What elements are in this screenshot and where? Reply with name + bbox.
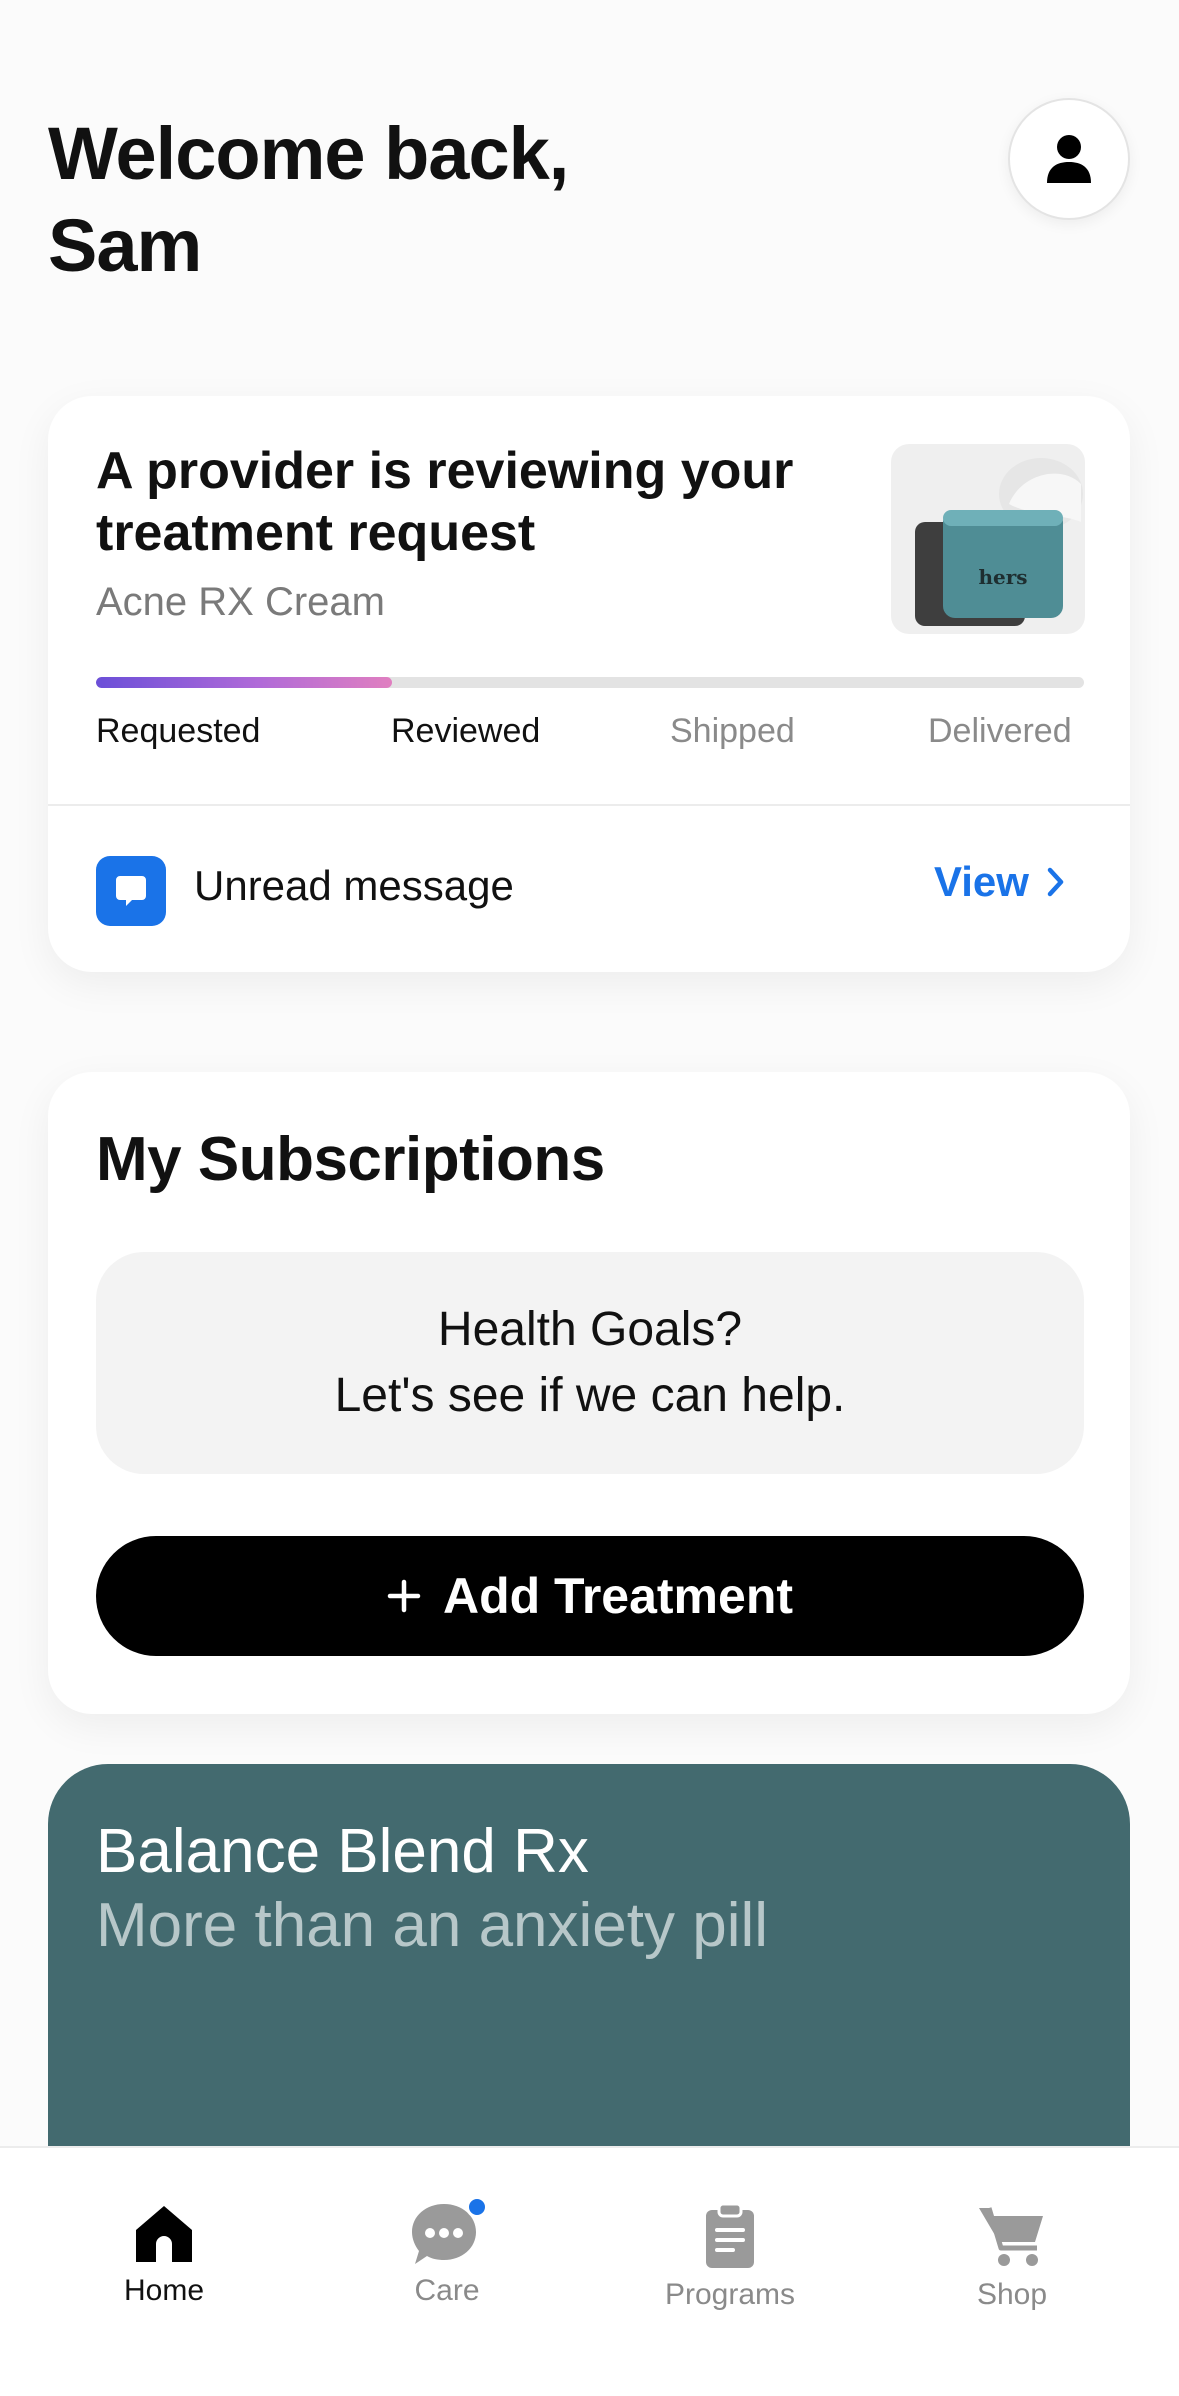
greeting-line-1: Welcome back, [48,112,569,195]
cart-icon [979,2207,1043,2266]
step-shipped: Shipped [670,712,795,750]
nav-item-home[interactable]: Home [64,2202,264,2308]
profile-button[interactable] [1008,98,1130,220]
nav-label-care: Care [414,2274,480,2307]
step-delivered: Delivered [928,712,1072,750]
subscriptions-card: My Subscriptions Health Goals? Let's see… [48,1072,1130,1714]
treatment-status-card[interactable]: A provider is reviewing your treatment r… [48,396,1130,972]
user-icon [1047,135,1091,183]
greeting-line-2: Sam [48,204,202,287]
product-image: hers [891,444,1085,634]
add-treatment-button[interactable]: Add Treatment [96,1536,1084,1656]
message-icon [96,856,166,926]
health-goals-box[interactable]: Health Goals? Let's see if we can help. [96,1252,1084,1474]
nav-label-shop: Shop [976,2278,1048,2311]
product-name: Acne RX Cream [96,580,385,624]
nav-label-home: Home [123,2274,205,2307]
chat-icon [412,2196,488,2266]
plus-icon [387,1579,421,1613]
view-message-link[interactable]: View [934,858,1065,906]
promo-subtitle: More than an anxiety pill [96,1891,769,1960]
view-label: View [934,858,1029,905]
step-requested: Requested [96,712,261,750]
progress-bar [96,677,1084,688]
divider [48,804,1130,806]
nav-item-shop[interactable]: Shop [912,2202,1112,2312]
chevron-right-icon [1047,867,1064,897]
goals-line-1: Health Goals? [437,1303,743,1356]
svg-text:hers: hers [978,565,1027,589]
status-title: A provider is reviewing your treatment r… [96,442,794,562]
nav-label-programs: Programs [664,2278,796,2311]
home-icon [136,2206,192,2262]
clipboard-icon [706,2202,754,2268]
progress-fill [96,677,393,688]
goals-line-2: Let's see if we can help. [334,1369,846,1422]
bottom-navigation: Home Care Programs Shop [0,2146,1179,2396]
notification-badge [466,2196,488,2218]
promo-title: Balance Blend Rx [96,1817,589,1886]
subscriptions-title: My Subscriptions [96,1125,605,1194]
page-title: Welcome back, Sam [48,108,748,292]
add-treatment-label: Add Treatment [442,1568,794,1624]
unread-message-label: Unread message [194,862,514,909]
step-reviewed: Reviewed [391,712,541,750]
nav-item-care[interactable]: Care [347,2196,547,2308]
nav-item-programs[interactable]: Programs [630,2202,830,2312]
